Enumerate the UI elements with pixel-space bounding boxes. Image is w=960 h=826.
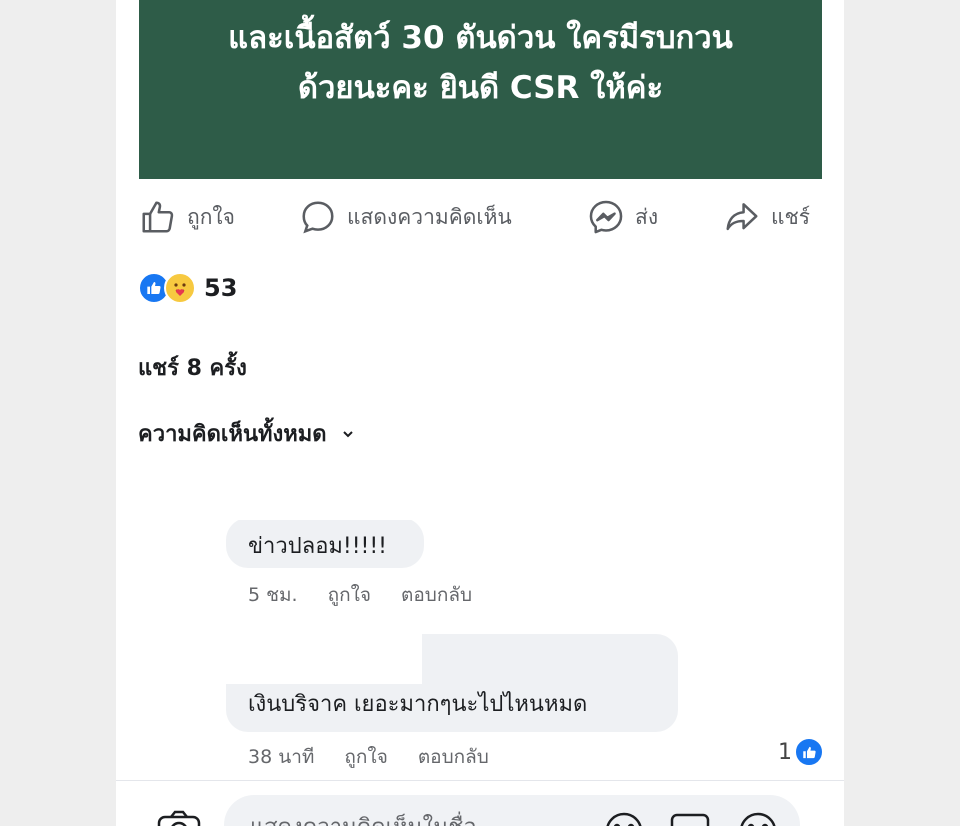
comment-bubble-icon [302, 201, 334, 234]
comment-button[interactable]: แสดงความคิดเห็น [299, 192, 512, 242]
redacted-author-name [116, 622, 422, 684]
comment-time: 38 นาที [248, 746, 315, 768]
reaction-summary[interactable]: 53 [138, 272, 237, 304]
comment-text: ข่าวปลอม!!!!! [248, 534, 388, 559]
comment-bubble[interactable]: ข่าวปลอม!!!!! [226, 518, 424, 568]
comments-filter-label: ความคิดเห็นทั้งหมด [138, 422, 327, 447]
comment-input[interactable]: แสดงความคิดเห็นในชื่อ [224, 795, 800, 826]
sticker-icon[interactable] [602, 809, 646, 826]
comment-meta: 5 ชม. ถูกใจ ตอบกลับ [248, 580, 502, 610]
comment-button-label: แสดงความคิดเห็น [347, 204, 512, 229]
camera-icon[interactable] [156, 809, 202, 826]
comment-composer: แสดงความคิดเห็นในชื่อ [116, 780, 844, 826]
post-panel: และเนื้อสัตว์ 30 ตันด่วน ใครมีรบกวน ด้วย… [116, 0, 844, 826]
reaction-count: 53 [204, 274, 238, 302]
care-reaction-icon [164, 272, 196, 304]
comment-like-link[interactable]: ถูกใจ [328, 580, 371, 610]
comment-time: 5 ชม. [248, 584, 298, 606]
like-reaction-icon [794, 737, 824, 767]
emoji-icon[interactable] [736, 809, 780, 826]
post-action-bar: ถูกใจ แสดงความคิดเห็น ส่ง แชร์ [139, 192, 824, 242]
comments-filter[interactable]: ความคิดเห็นทั้งหมด [138, 416, 355, 451]
send-button[interactable]: ส่ง [587, 192, 658, 242]
like-button[interactable]: ถูกใจ [139, 192, 235, 242]
send-button-label: ส่ง [635, 204, 659, 229]
post-image-banner[interactable]: และเนื้อสัตว์ 30 ตันด่วน ใครมีรบกวน ด้วย… [139, 0, 822, 179]
banner-text-line1: และเนื้อสัตว์ 30 ตันด่วน ใครมีรบกวน [228, 20, 733, 56]
like-button-label: ถูกใจ [187, 204, 235, 229]
chevron-down-icon [342, 430, 353, 437]
comment-reply-link[interactable]: ตอบกลับ [401, 580, 472, 610]
messenger-icon [589, 200, 623, 234]
comment-text: เงินบริจาค เยอะมากๆนะไปไหนหมด [248, 692, 588, 717]
comment-like-count[interactable]: 1 [778, 737, 824, 767]
share-arrow-icon [726, 203, 758, 231]
thumbs-up-icon [142, 201, 174, 233]
comment-meta: 38 นาที ถูกใจ ตอบกลับ [248, 742, 519, 772]
share-button-label: แชร์ [771, 204, 811, 229]
comment-like-link[interactable]: ถูกใจ [344, 742, 387, 772]
gif-icon[interactable] [668, 809, 712, 826]
share-count[interactable]: แชร์ 8 ครั้ง [138, 350, 247, 385]
banner-text-line2: ด้วยนะคะ ยินดี CSR ให้ค่ะ [297, 70, 664, 106]
comment-like-count-number: 1 [778, 739, 792, 765]
comment-reply-link[interactable]: ตอบกลับ [418, 742, 489, 772]
redacted-author-name [226, 508, 442, 520]
share-button[interactable]: แชร์ [723, 192, 810, 242]
